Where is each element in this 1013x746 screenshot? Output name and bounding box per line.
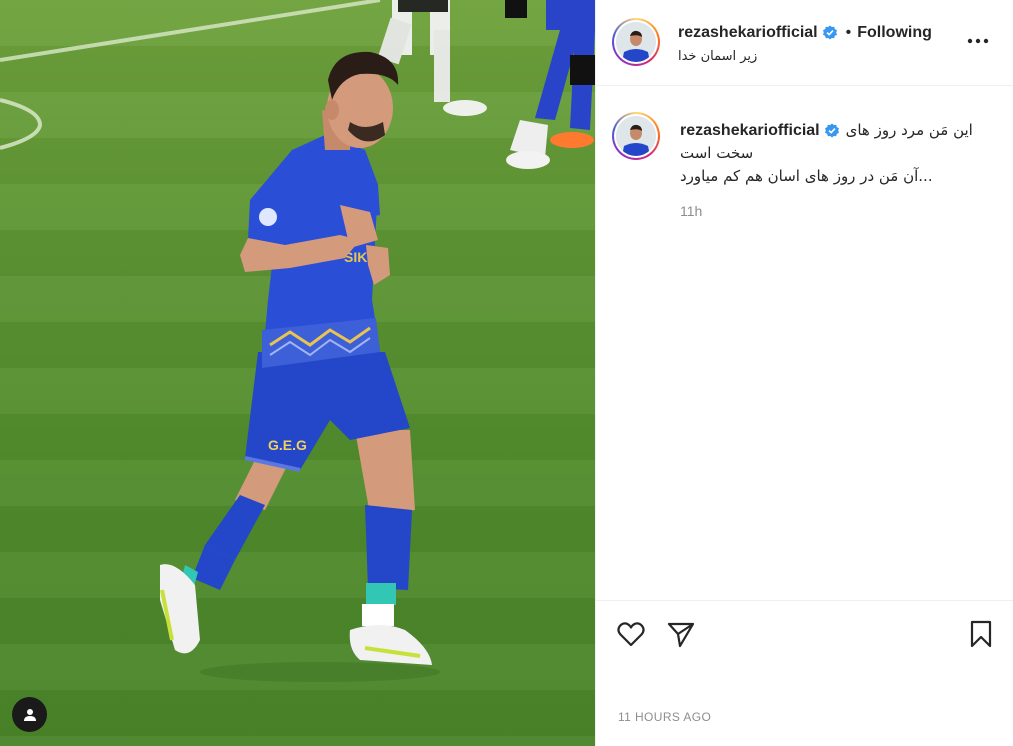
- more-options-icon: [967, 38, 989, 44]
- paper-plane-icon: [667, 622, 695, 648]
- caption-line-2: سخت است: [680, 144, 754, 162]
- background-player-right: [505, 0, 595, 169]
- header-username-row: rezashekariofficial • Following: [678, 24, 932, 42]
- post-caption: rezashekariofficial این مَن مرد روز های …: [680, 119, 1000, 188]
- post-header: rezashekariofficial • Following زیر اسما…: [596, 0, 1013, 86]
- verified-badge-icon: [824, 123, 839, 137]
- header-avatar[interactable]: [612, 18, 660, 66]
- verified-badge-icon: [822, 25, 837, 40]
- caption-username[interactable]: rezashekariofficial: [680, 119, 840, 142]
- caption-line-1: این مَن مرد روز های: [845, 121, 973, 139]
- bookmark-icon: [970, 620, 992, 648]
- football-player-image: G.E.G SIKA: [0, 0, 595, 682]
- more-options-button[interactable]: [966, 29, 990, 53]
- main-player: G.E.G SIKA: [160, 51, 440, 682]
- post-photo[interactable]: G.E.G SIKA: [0, 0, 595, 746]
- like-button[interactable]: [616, 619, 646, 649]
- share-button[interactable]: [666, 619, 696, 649]
- separator-dot: •: [845, 24, 852, 41]
- post-sidebar: rezashekariofficial • Following زیر اسما…: [595, 0, 1013, 746]
- action-bar: [596, 600, 1013, 661]
- caption-line-3: ...آن مَن در روز های اسان هم کم میاورد: [680, 167, 933, 185]
- location-link[interactable]: زیر اسمان خدا: [678, 49, 757, 64]
- caption-avatar[interactable]: [612, 112, 660, 160]
- avatar-image: [616, 22, 656, 62]
- post-timestamp[interactable]: 11 HOURS AGO: [618, 710, 711, 724]
- user-tag-icon: [23, 708, 36, 721]
- user-tags-button[interactable]: [12, 697, 47, 732]
- save-button[interactable]: [966, 619, 996, 649]
- header-username[interactable]: rezashekariofficial: [678, 24, 818, 42]
- heart-icon: [617, 622, 645, 647]
- avatar-image: [616, 116, 656, 156]
- following-button[interactable]: Following: [857, 24, 932, 42]
- shorts-text: G.E.G: [268, 437, 307, 453]
- caption-relative-time[interactable]: 11h: [680, 203, 702, 219]
- background-player-left: [377, 0, 487, 116]
